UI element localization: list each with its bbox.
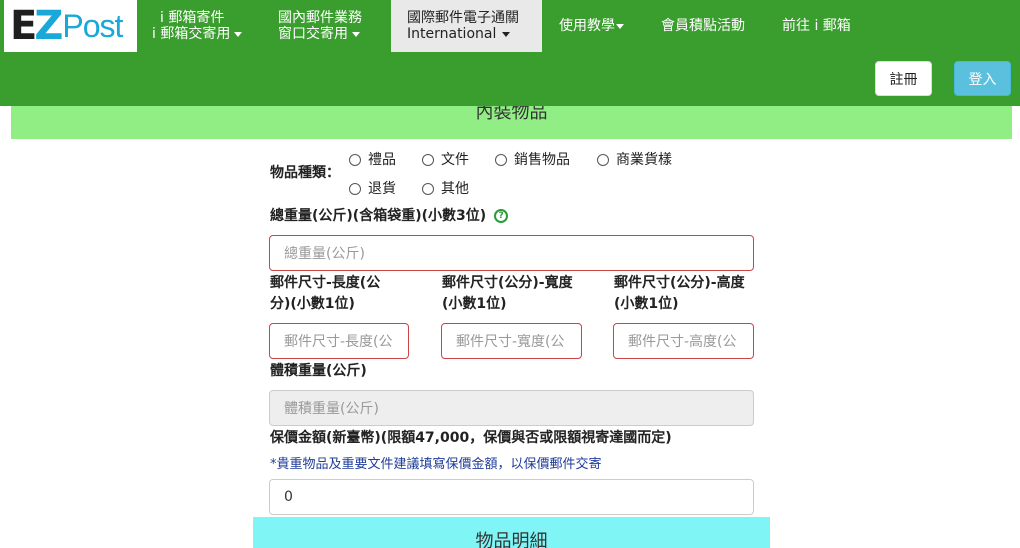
chevron-down-icon <box>616 23 624 29</box>
section-item-details-title: 物品明細 <box>475 531 548 548</box>
height-label: 郵件尺寸(公分)-高度 (小數1位) <box>614 275 745 312</box>
nav-goto-post[interactable]: 前往 i 郵箱 <box>782 0 872 52</box>
radio-circle-icon <box>349 183 361 195</box>
radio-item-type-other[interactable]: 其他 <box>422 181 469 197</box>
volume-weight-label: 體積重量(公斤) <box>270 363 367 379</box>
section-item-details: 物品明細 <box>253 517 770 548</box>
help-icon[interactable]: ? <box>494 209 509 223</box>
insured-amount-label: 保價金額(新臺幣)(限額47,000，保價與否或限額視寄達國而定) <box>270 430 672 446</box>
chevron-down-icon <box>502 31 511 37</box>
chevron-down-icon <box>234 31 243 37</box>
radio-item-type-merchandise[interactable]: 銷售物品 <box>495 152 570 168</box>
nav-domestic[interactable]: 國內郵件業務 窗口交寄用 <box>278 0 378 52</box>
item-type-label: 物品種類： <box>270 165 340 181</box>
radio-circle-icon <box>495 154 507 166</box>
nav-international-line2: International <box>407 26 497 42</box>
length-label: 郵件尺寸-長度(公 分)(小數1位) <box>270 275 381 312</box>
radio-circle-icon <box>422 183 434 195</box>
nav-tutorial-label: 使用教學 <box>559 18 615 34</box>
radio-item-type-sample[interactable]: 商業貨樣 <box>597 152 672 168</box>
register-button[interactable]: 註冊 <box>875 61 932 96</box>
nav-domestic-line2: 窗口交寄用 <box>278 26 348 42</box>
insured-amount-input[interactable]: 0 <box>269 479 754 515</box>
volume-weight-input: 體積重量(公斤) <box>269 390 754 426</box>
radio-item-type-gift[interactable]: 禮品 <box>349 152 396 168</box>
height-input[interactable]: 郵件尺寸-高度(公 <box>613 323 754 359</box>
nav-domestic-line1: 國內郵件業務 <box>278 10 362 26</box>
section-inner-items-title: 內裝物品 <box>475 106 548 123</box>
top-navbar: EZ Post i 郵箱寄件 i 郵箱交寄用 國內郵件業務 窗口交寄用 國際郵件… <box>0 0 1020 106</box>
nav-goto-post-label: 前往 i 郵箱 <box>782 18 851 34</box>
radio-item-type-document[interactable]: 文件 <box>422 152 469 168</box>
nav-points[interactable]: 會員積點活動 <box>661 0 761 52</box>
length-input[interactable]: 郵件尺寸-長度(公 <box>269 323 409 359</box>
nav-international-line1: 國際郵件電子通關 <box>407 10 519 26</box>
nav-international[interactable]: 國際郵件電子通關 International <box>391 0 542 52</box>
nav-tutorial[interactable]: 使用教學 <box>559 0 639 52</box>
radio-item-type-return[interactable]: 退貨 <box>349 181 396 197</box>
radio-circle-icon <box>597 154 609 166</box>
total-weight-input[interactable]: 總重量(公斤) <box>269 235 754 271</box>
nav-mailbox-send-line1: i 郵箱寄件 <box>160 10 225 26</box>
total-weight-label: 總重量(公斤)(含箱袋重)(小數3位)? <box>270 206 509 227</box>
login-button[interactable]: 登入 <box>954 61 1011 96</box>
ezpost-logo[interactable]: EZ Post <box>4 0 137 52</box>
radio-circle-icon <box>422 154 434 166</box>
width-input[interactable]: 郵件尺寸-寬度(公 <box>441 323 582 359</box>
width-label: 郵件尺寸(公分)-寬度 (小數1位) <box>442 275 573 312</box>
radio-circle-icon <box>349 154 361 166</box>
nav-mailbox-send[interactable]: i 郵箱寄件 i 郵箱交寄用 <box>152 0 252 52</box>
section-inner-items: 內裝物品 <box>11 106 1012 139</box>
insured-note: *貴重物品及重要文件建議填寫保價金額，以保價郵件交寄 <box>270 457 602 472</box>
nav-mailbox-send-line2: i 郵箱交寄用 <box>152 26 231 42</box>
chevron-down-icon <box>352 31 360 37</box>
nav-points-label: 會員積點活動 <box>661 18 745 34</box>
